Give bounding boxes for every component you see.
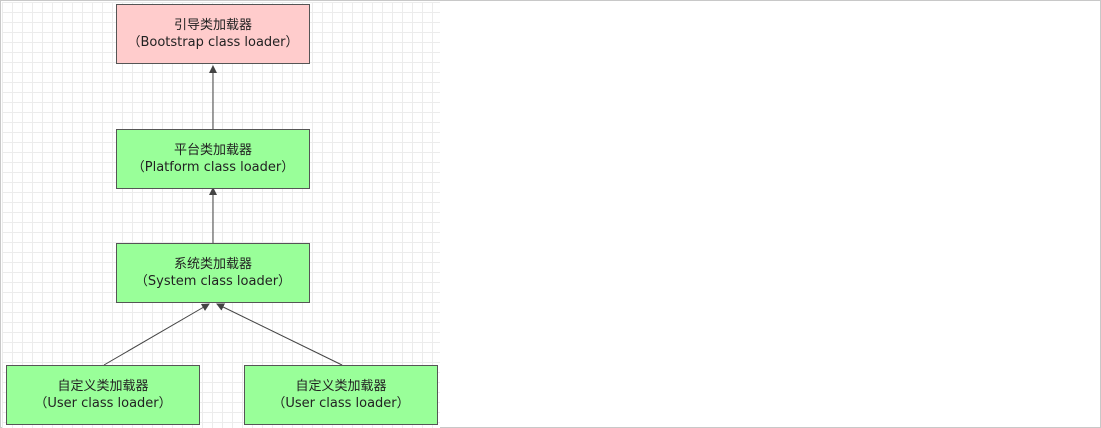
system-loader-node[interactable]: 系统类加载器 （System class loader） <box>116 243 310 303</box>
bootstrap-loader-cn-label: 引导类加载器 <box>173 18 252 33</box>
grid-canvas: 引导类加载器 （Bootstrap class loader） 平台类加载器 （… <box>2 2 440 428</box>
bootstrap-loader-node[interactable]: 引导类加载器 （Bootstrap class loader） <box>116 4 310 64</box>
user-loader-right-cn-label: 自定义类加载器 <box>295 379 387 394</box>
platform-loader-cn-label: 平台类加载器 <box>173 143 252 158</box>
platform-loader-node[interactable]: 平台类加载器 （Platform class loader） <box>116 129 310 189</box>
user-loader-left-en-label: （User class loader） <box>34 396 172 411</box>
user-loader-left-cn-label: 自定义类加载器 <box>57 379 149 394</box>
system-loader-cn-label: 系统类加载器 <box>173 257 252 272</box>
diagram-frame: 引导类加载器 （Bootstrap class loader） 平台类加载器 （… <box>0 0 1101 428</box>
user-loader-right-en-label: （User class loader） <box>272 396 410 411</box>
edge-user-right-to-system <box>216 303 343 366</box>
user-loader-right-node[interactable]: 自定义类加载器 （User class loader） <box>244 365 438 425</box>
system-loader-en-label: （System class loader） <box>134 274 292 289</box>
bootstrap-loader-en-label: （Bootstrap class loader） <box>127 35 299 50</box>
platform-loader-en-label: （Platform class loader） <box>131 160 295 175</box>
user-loader-left-node[interactable]: 自定义类加载器 （User class loader） <box>6 365 200 425</box>
edge-user-left-to-system <box>103 303 210 366</box>
